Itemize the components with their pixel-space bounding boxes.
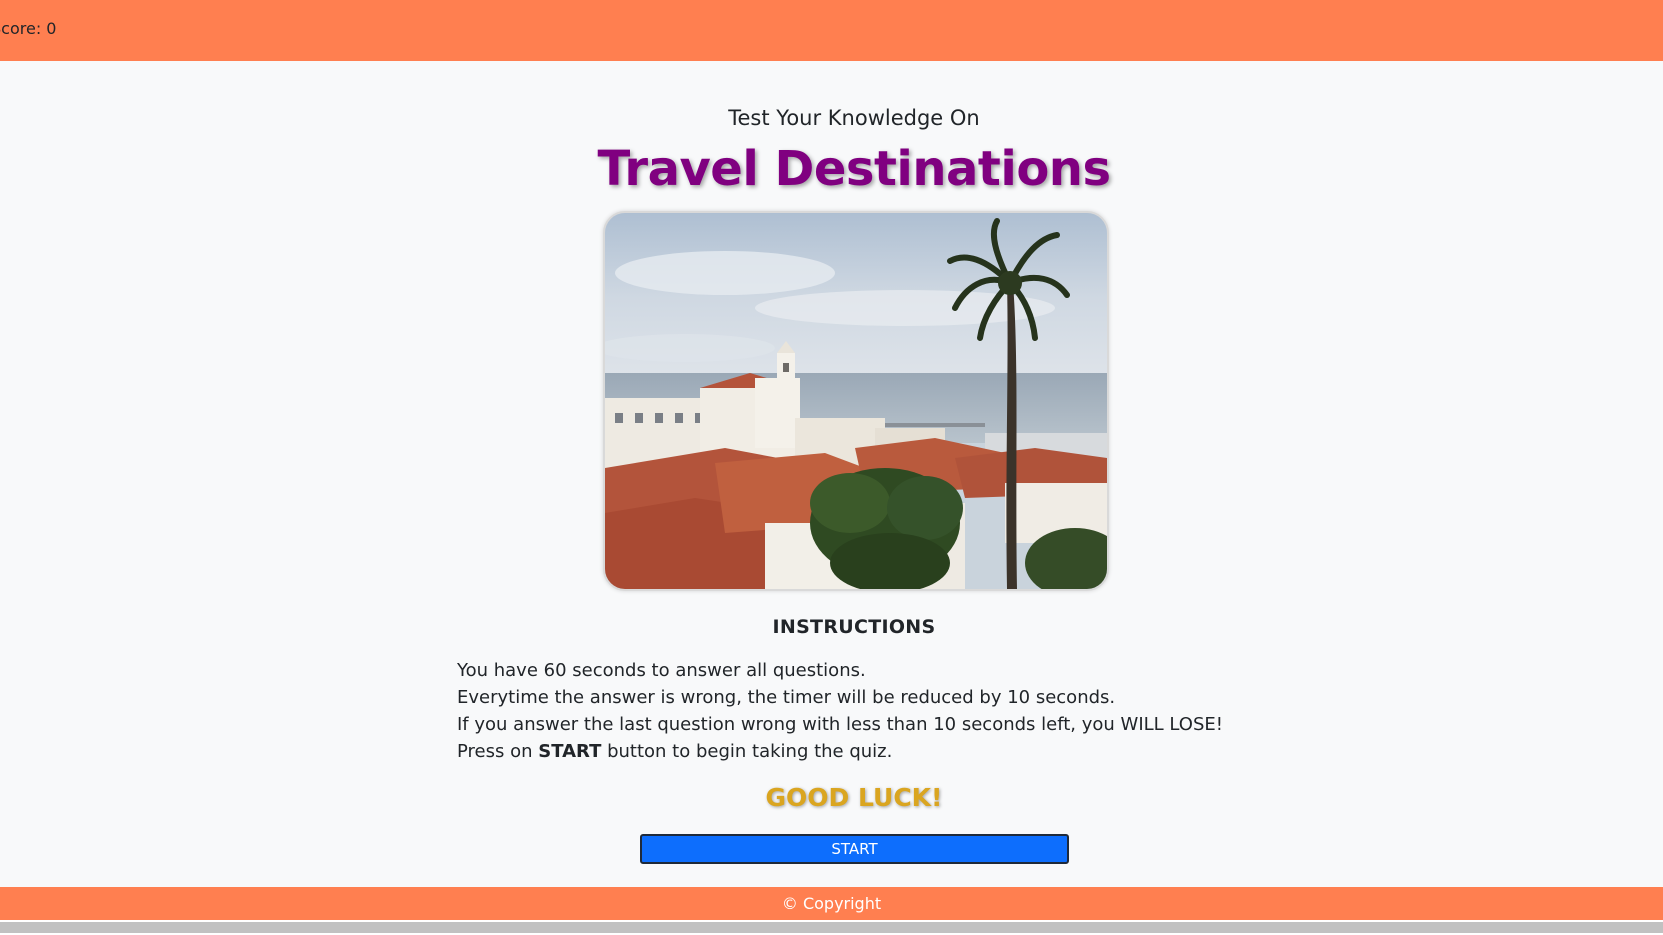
- instruction-suffix: button to begin taking the quiz.: [601, 741, 893, 762]
- good-luck-message: GOOD LUCK!: [765, 783, 943, 812]
- quiz-intro: Test Your Knowledge On Travel Destinatio…: [0, 61, 1663, 887]
- instructions-heading: INSTRUCTIONS: [772, 616, 936, 638]
- scrollbar-thumb[interactable]: [0, 922, 1663, 933]
- instruction-line: Press on START button to begin taking th…: [457, 738, 1217, 765]
- instruction-start-keyword: START: [538, 741, 602, 762]
- instructions-text: You have 60 seconds to answer all questi…: [457, 657, 1223, 765]
- top-bar: Score: 0: [0, 0, 1663, 61]
- instruction-prefix: Press on: [457, 741, 539, 762]
- instruction-line: If you answer the last question wrong wi…: [457, 714, 1223, 735]
- page-subtitle: Test Your Knowledge On: [728, 106, 980, 130]
- copyright-text: © Copyright: [781, 894, 882, 913]
- score-display: Score: 0: [0, 19, 57, 38]
- destination-photo: [603, 211, 1109, 591]
- start-button[interactable]: START: [640, 834, 1069, 864]
- instruction-line: Everytime the answer is wrong, the timer…: [457, 687, 1116, 708]
- horizontal-scrollbar[interactable]: [0, 920, 1663, 935]
- instruction-line: You have 60 seconds to answer all questi…: [457, 660, 866, 681]
- footer: © Copyright: [0, 887, 1663, 920]
- page-title: Travel Destinations: [597, 141, 1111, 197]
